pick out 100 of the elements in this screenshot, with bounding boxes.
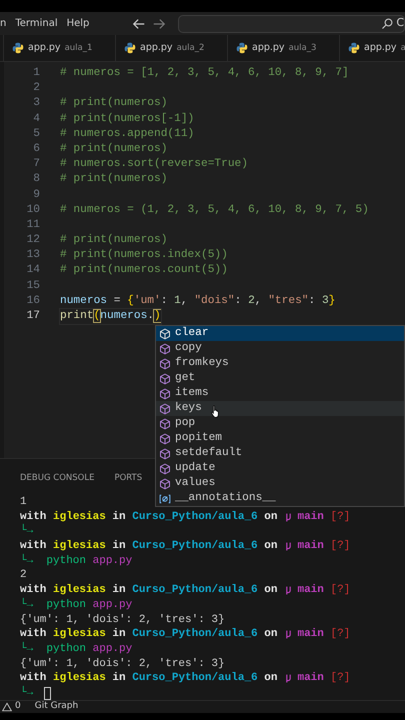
branch-icon [284,673,294,684]
code-line: # numeros = (1, 2, 3, 5, 4, 6, 10, 8, 9, 7, 5) [60,202,369,218]
cube-icon [159,328,171,340]
back-arrow-icon[interactable] [132,16,146,30]
python-file-icon [124,42,136,54]
terminal-line: └→ python app.py [20,598,132,613]
panel-tab[interactable]: DEBUG CONSOLE [20,472,94,484]
code-line: # numeros.append(11) [60,126,194,142]
suggestion-item[interactable]: keys [156,401,404,416]
tab-folder: aula_2 [176,42,204,54]
branch-icon [284,629,294,640]
tab-filename: app.py [364,40,397,55]
forward-arrow-icon[interactable] [152,16,166,30]
line-number: 11 [26,218,40,233]
line-number: 4 [32,112,40,127]
tab-folder: a [400,42,405,54]
suggestion-item[interactable]: fromkeys [156,356,404,371]
line-number: 1 [32,66,40,81]
variable-icon [159,492,171,504]
line-number: 10 [26,202,40,218]
cube-icon [159,358,171,370]
menu-item[interactable]: Help [66,16,98,31]
cube-icon [159,432,171,444]
line-number: 16 [26,294,40,309]
suggestion-item[interactable]: copy [156,341,404,356]
cube-icon [159,372,171,384]
git-graph-item[interactable]: Git Graph [34,700,78,714]
suggestion-item[interactable]: pop [156,416,404,431]
python-file-icon [12,42,24,54]
suggestion-item[interactable]: setdefault [156,446,404,461]
code-line: # print(numeros[-1]) [60,112,194,127]
suggestion-item[interactable]: get [156,371,404,386]
terminal-line: 1 [20,495,27,510]
prompt-text: with iglesias in Curso_Python/aula_6 on [20,539,278,554]
terminal-line: {'um': 1, 'dois': 2, 'tres': 3} [20,612,225,628]
prompt-text: with iglesias in Curso_Python/aula_6 on [20,671,278,686]
line-number: 12 [26,233,40,248]
cube-icon [159,402,171,414]
branch-text: main [?] [297,671,350,686]
line-number: 7 [32,157,40,172]
cube-icon [159,478,171,490]
code-line: # print(numeros) [60,172,168,188]
terminal-line: 2 [20,568,27,584]
code-line: # print(numeros) [60,233,168,248]
suggestion-item[interactable]: values [156,476,404,491]
tab-folder: aula_3 [288,42,316,54]
search-field[interactable]: C [178,14,405,32]
branch-icon [284,540,294,552]
prompt-text: with iglesias in Curso_Python/aula_6 on [20,627,278,642]
terminal-line: └→ python app.py [20,642,132,657]
line-number: 14 [26,263,40,278]
branch-text: main [?] [297,510,350,524]
prompt-text: with iglesias in Curso_Python/aula_6 on [20,510,278,524]
branch-icon [284,584,294,596]
file-tab[interactable]: app.py a [339,35,405,61]
line-number: 9 [32,188,40,202]
terminal-line: └→ [20,686,34,701]
terminal-line: └→ python app.py [20,554,132,568]
code-line: # print(numeros) [60,96,168,112]
tab-filename: app.py [252,40,285,55]
warning-icon[interactable] [2,702,12,712]
warning-count[interactable]: 0 [15,700,21,714]
tab-filename: app.py [28,40,61,55]
menu-item[interactable]: Terminal [15,16,67,31]
code-line: print(numeros.) [60,309,161,324]
suggestion-item[interactable]: clear [156,326,404,341]
suggestion-item[interactable]: __annotations__ [156,491,404,506]
search-text: C [396,16,404,32]
line-number: 2 [32,81,40,96]
code-line: # numeros = [1, 2, 3, 5, 4, 6, 10, 8, 9, 7] [60,66,349,81]
line-number: 8 [32,172,40,188]
suggestion-item[interactable]: items [156,386,404,401]
branch-text: main [?] [297,627,350,642]
cube-icon [159,418,171,430]
cube-icon [159,342,171,354]
code-line: # print(numeros.index(5)) [60,248,228,264]
code-line: # print(numeros) [60,142,168,157]
branch-text: main [?] [297,583,350,598]
branch-text: main [?] [297,539,350,554]
cube-icon [159,388,171,400]
line-number: 17 [26,309,40,324]
python-file-icon [348,42,360,54]
search-icon [381,18,394,30]
tab-folder: aula_1 [64,42,92,54]
branch-icon [284,512,294,523]
line-number: 3 [32,96,40,112]
terminal-line: {'um': 1, 'dois': 2, 'tres': 3} [20,656,225,672]
terminal-line: └→ [20,524,34,540]
code-line: # numeros.sort(reverse=True) [60,157,248,172]
line-number: 6 [32,142,40,157]
line-number: 5 [32,126,40,142]
panel-tab[interactable]: PORTS [114,472,142,484]
line-number: 13 [26,248,40,264]
suggestion-item[interactable]: update [156,461,404,476]
cube-icon [159,462,171,474]
cube-icon [159,448,171,460]
menu-item[interactable]: n [0,16,16,31]
line-number: 15 [26,278,40,294]
python-file-icon [236,42,248,54]
suggestion-item[interactable]: popitem [156,431,404,446]
